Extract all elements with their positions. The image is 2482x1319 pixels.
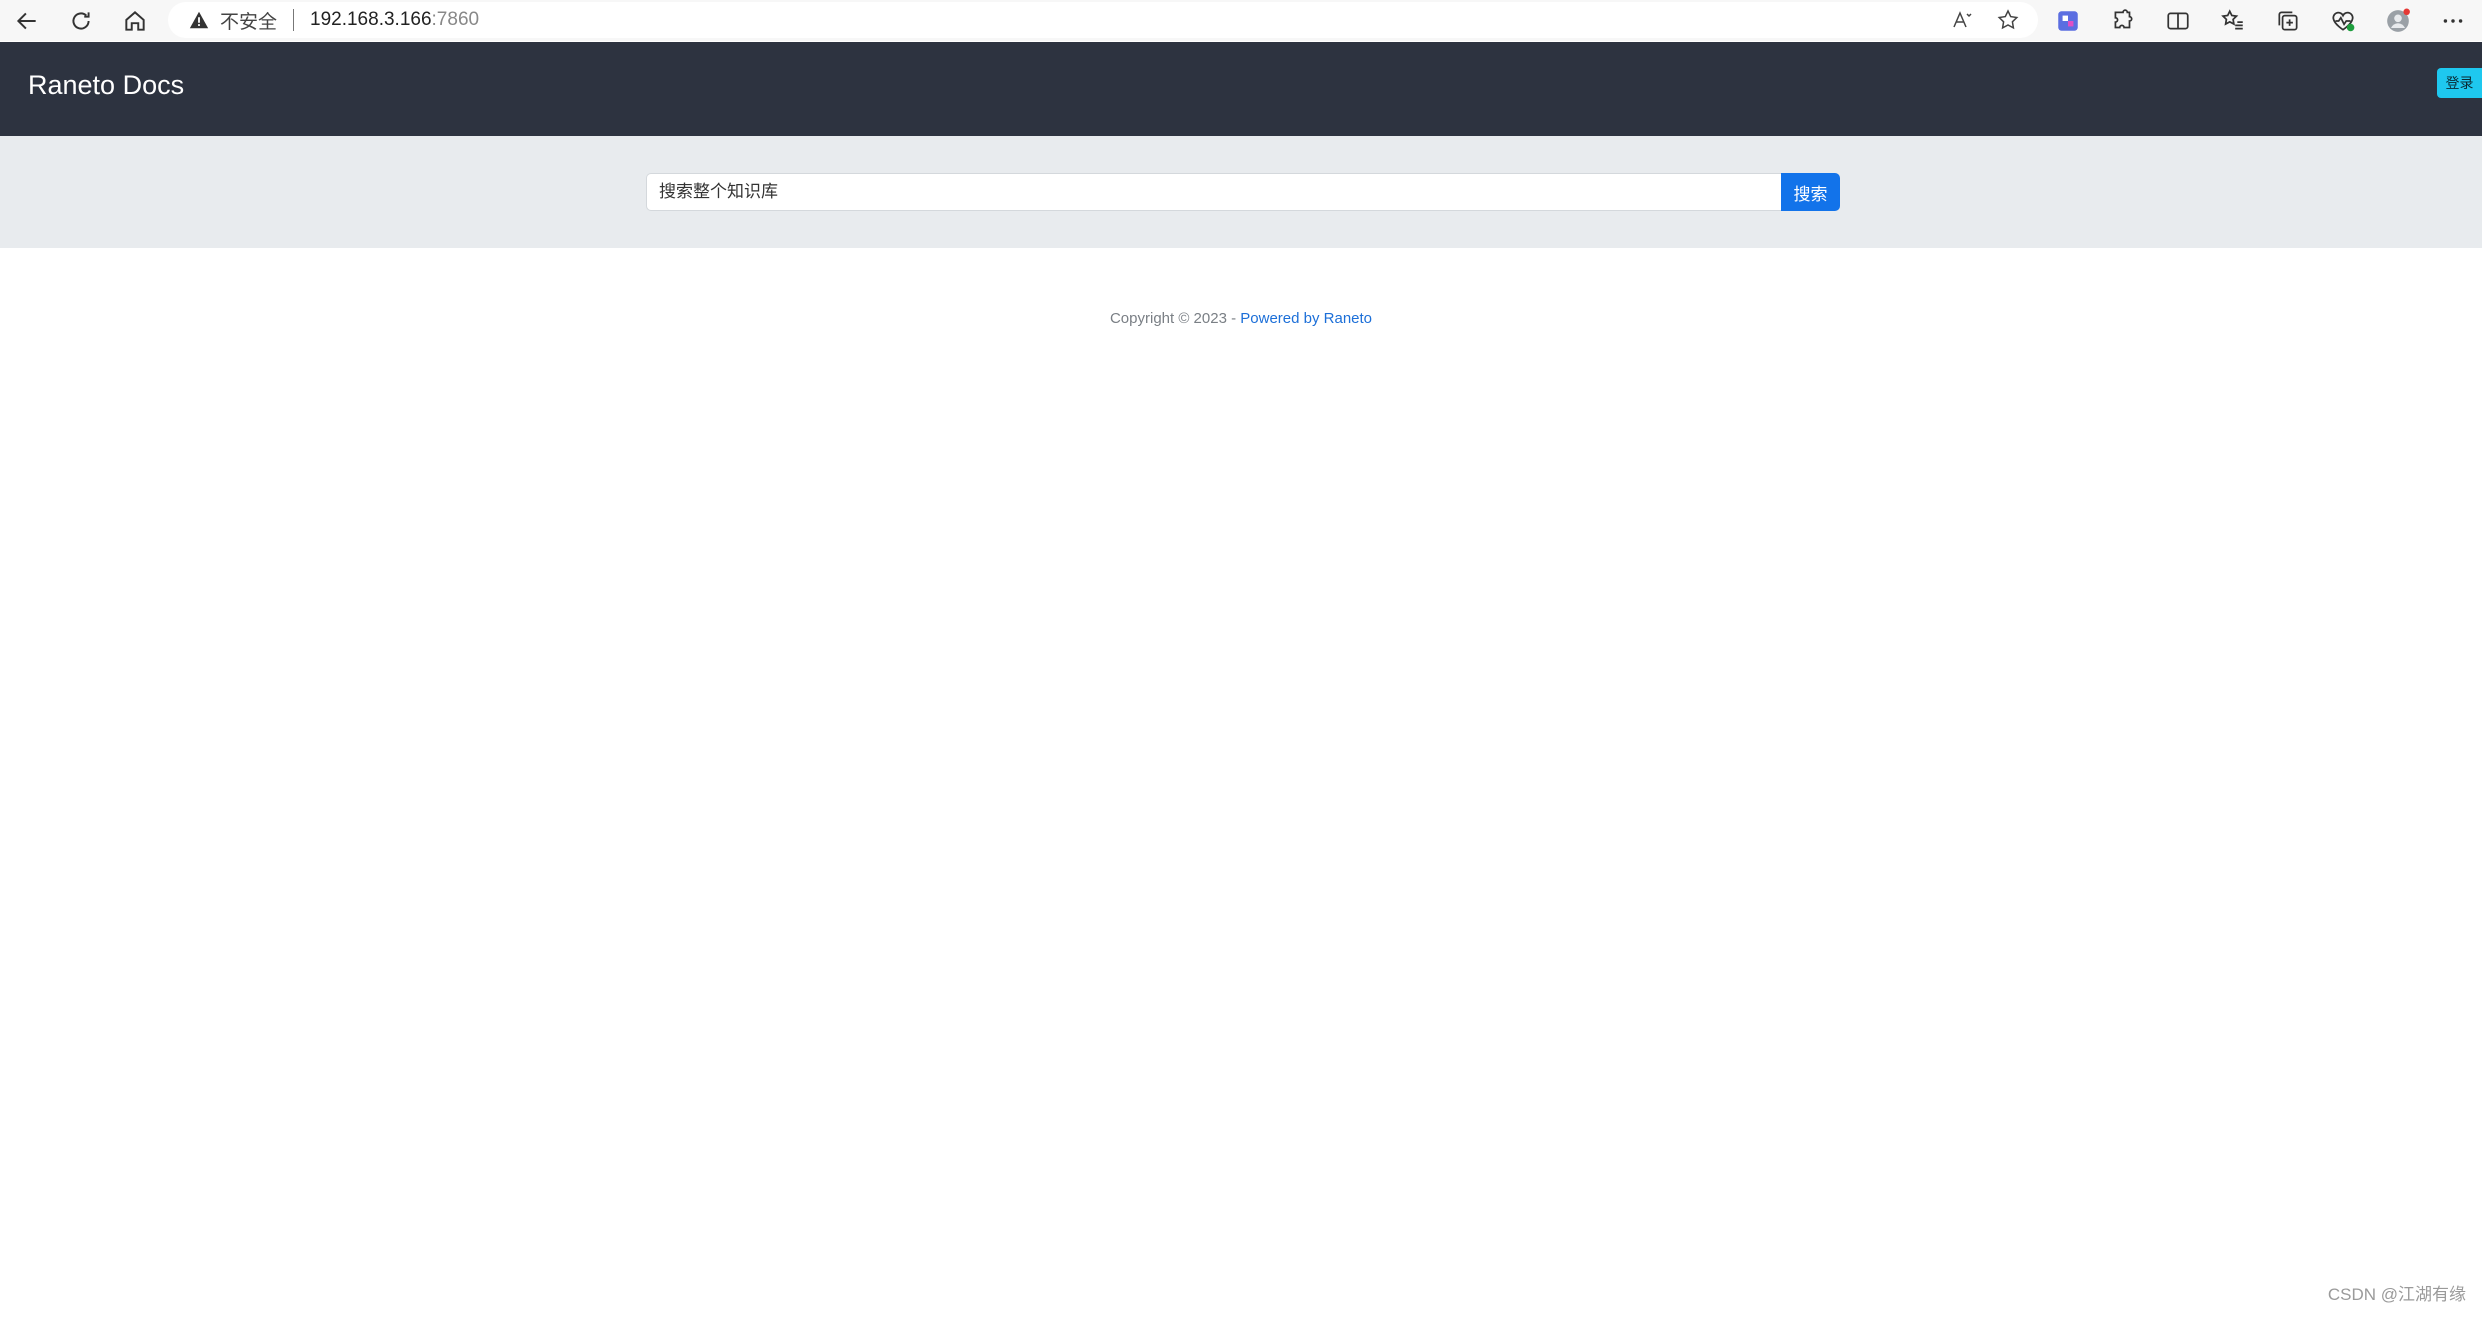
- collections-button[interactable]: [2260, 0, 2315, 41]
- refresh-icon: [72, 11, 90, 29]
- split-screen-icon: [2166, 12, 2189, 29]
- address-actions: [1950, 2, 2020, 38]
- search-section: 搜索: [0, 136, 2482, 248]
- favorite-star-icon[interactable]: [1996, 8, 2020, 32]
- home-icon: [125, 10, 145, 31]
- favorites-list-icon: [2220, 8, 2243, 29]
- more-dots-icon: [2443, 18, 2462, 23]
- collections-icon: [2277, 10, 2298, 31]
- more-options-button[interactable]: [2425, 0, 2480, 41]
- page-footer: Copyright © 2023 - Powered by Raneto: [0, 310, 2482, 327]
- csdn-watermark: CSDN @江湖有缘: [2327, 1285, 2466, 1304]
- profile-button[interactable]: [2370, 0, 2425, 41]
- refresh-button[interactable]: [54, 0, 108, 41]
- back-button[interactable]: [0, 0, 54, 41]
- read-aloud-icon[interactable]: [1950, 8, 1974, 32]
- security-status[interactable]: 不安全: [220, 7, 277, 34]
- favorites-button[interactable]: [2205, 0, 2260, 41]
- address-bar[interactable]: 不安全 192.168.3.166:7860: [168, 2, 2038, 38]
- browser-extensions: [2040, 0, 2480, 41]
- browser-toolbar: 不安全 192.168.3.166:7860: [0, 0, 2482, 41]
- back-arrow-icon: [16, 12, 36, 29]
- split-screen-button[interactable]: [2150, 0, 2205, 41]
- site-navbar: Raneto Docs 登录: [0, 42, 2482, 136]
- browser-health-button[interactable]: [2315, 0, 2370, 41]
- extensions-button[interactable]: [2095, 0, 2150, 41]
- powered-by-link[interactable]: Powered by Raneto: [1240, 310, 1372, 327]
- address-separator: [293, 9, 295, 31]
- home-button[interactable]: [108, 0, 162, 41]
- extension-tile-button[interactable]: [2040, 0, 2095, 41]
- url-host: 192.168.3.166: [310, 9, 432, 30]
- login-button[interactable]: 登录: [2437, 68, 2482, 98]
- extension-tile-icon: [2057, 10, 2078, 31]
- puzzle-icon: [2114, 8, 2133, 28]
- search-input[interactable]: [646, 173, 1781, 211]
- avatar-icon: [2386, 8, 2410, 32]
- warning-icon: [189, 11, 209, 29]
- site-title[interactable]: Raneto Docs: [28, 70, 184, 101]
- heart-health-icon: [2331, 11, 2354, 31]
- search-button[interactable]: 搜索: [1781, 173, 1840, 211]
- copyright-text: Copyright © 2023 -: [1109, 310, 1241, 327]
- url-port: :7860: [431, 9, 480, 30]
